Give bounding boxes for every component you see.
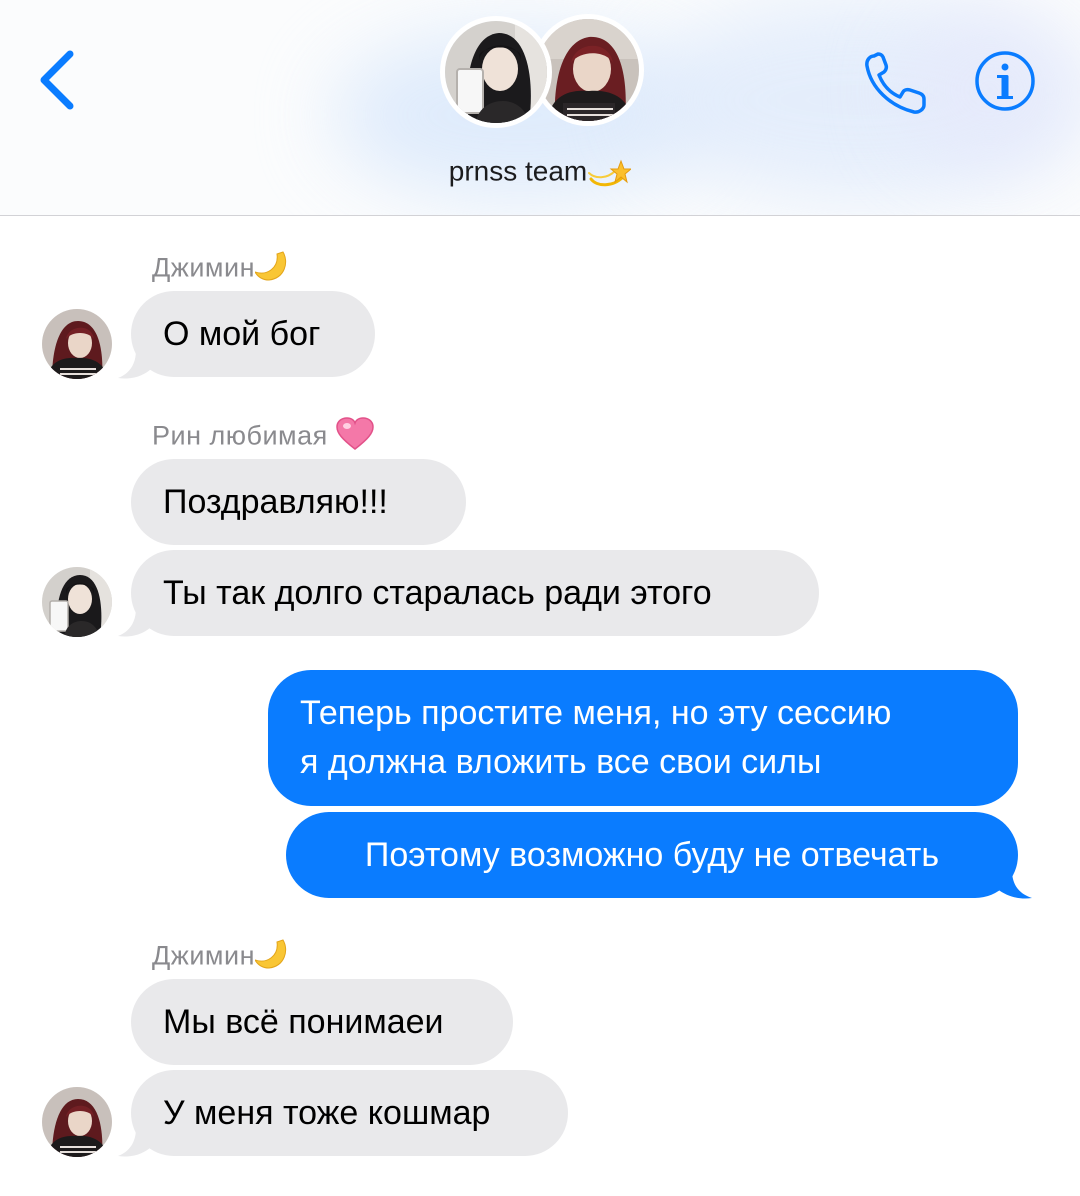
group-name[interactable]: prnss team [380, 154, 700, 188]
message-bubble-outgoing[interactable]: Поэтому возможно буду не отвечать [286, 812, 1018, 898]
dizzy-star-icon [587, 157, 633, 187]
sender-name: Джимин [152, 250, 291, 289]
message-text: Ты так долго старалась ради этого [163, 574, 712, 612]
bubble-tail [118, 608, 152, 637]
message-bubble-incoming[interactable]: Поздравляю!!! [131, 459, 466, 545]
message-text: Поэтому возможно буду не отвечать [364, 836, 940, 874]
conversation-header: prnss team [0, 0, 1080, 216]
group-avatar-member-darkhair[interactable] [440, 16, 552, 128]
sender-name-text: Рин любимая [152, 420, 328, 451]
info-button[interactable] [970, 48, 1042, 114]
bubble-tail [996, 870, 1032, 899]
avatar-photo-icon [42, 567, 112, 637]
message-bubble-incoming[interactable]: О мой бог [131, 291, 375, 377]
message-text-line: я должна вложить все свои силы [300, 743, 822, 781]
avatar-photo-icon [537, 19, 639, 121]
crescent-moon-icon [253, 938, 291, 977]
sender-name: Рин любимая [152, 417, 374, 458]
message-text: О мой бог [163, 315, 321, 353]
avatar-photo-icon [445, 21, 547, 123]
message-bubble-outgoing[interactable]: Теперь простите меня, но эту сессию я до… [268, 670, 1018, 806]
info-icon [975, 51, 1035, 111]
message-bubble-incoming[interactable]: Ты так долго старалась ради этого [131, 550, 819, 636]
back-button[interactable] [28, 40, 98, 120]
sender-name: Джимин [152, 938, 291, 977]
avatar-photo-icon [42, 309, 112, 379]
chevron-left-icon [40, 50, 74, 110]
message-text: Мы всё понимаеи [163, 1003, 444, 1041]
bubble-tail [118, 350, 152, 379]
call-button[interactable] [858, 48, 934, 118]
message-text: Поздравляю!!! [163, 483, 388, 521]
sender-name-text: Джимин [152, 940, 255, 971]
crescent-moon-icon [253, 250, 291, 289]
sender-name-text: Джимин [152, 252, 255, 283]
bubble-tail [118, 1128, 152, 1157]
message-text: У меня тоже кошмар [163, 1094, 491, 1132]
message-bubble-incoming[interactable]: Мы всё понимаеи [131, 979, 513, 1065]
avatar-photo-icon [42, 1087, 112, 1157]
message-text-line: Теперь простите меня, но эту сессию [300, 694, 892, 732]
message-bubble-incoming[interactable]: У меня тоже кошмар [131, 1070, 568, 1156]
pink-heart-icon [336, 417, 374, 458]
avatar[interactable] [42, 309, 112, 379]
messages-screen: prnss team Джимин О мой бог Рин любимая … [0, 0, 1080, 1196]
phone-icon [865, 52, 926, 114]
avatar[interactable] [42, 567, 112, 637]
group-name-text: prnss team [448, 155, 588, 187]
avatar[interactable] [42, 1087, 112, 1157]
